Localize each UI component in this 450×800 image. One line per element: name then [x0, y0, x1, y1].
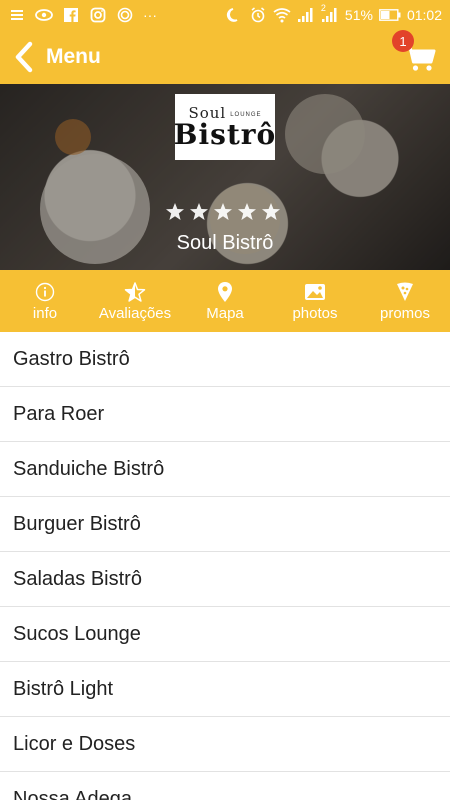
info-icon — [34, 281, 56, 303]
clock-time: 01:02 — [406, 7, 442, 23]
restaurant-logo: Soul LOUNGE Bistrô — [173, 94, 277, 160]
map-pin-icon — [214, 281, 236, 303]
cart-count-badge: 1 — [392, 30, 414, 52]
star-icon — [238, 203, 256, 220]
menu-category-item[interactable]: Bistrô Light — [0, 662, 450, 717]
eye-notification-icon — [35, 6, 53, 24]
back-button[interactable] — [2, 30, 46, 84]
tab-reviews[interactable]: Avaliações — [90, 270, 180, 332]
alarm-clock-icon — [249, 6, 267, 24]
signal-strength-icon — [297, 6, 315, 24]
do-not-disturb-moon-icon — [225, 6, 243, 24]
restaurant-name: Soul Bistrô — [176, 232, 274, 254]
pizza-icon — [394, 281, 416, 303]
sim-slot-number: 2 — [320, 3, 326, 13]
menu-category-item[interactable]: Para Roer — [0, 387, 450, 442]
battery-percent: 51% — [344, 7, 373, 23]
tab-label: Avaliações — [98, 304, 172, 322]
star-rating-icon — [124, 281, 146, 303]
rating-stars — [165, 202, 281, 222]
wifi-icon — [273, 6, 291, 24]
menu-category-item[interactable]: Saladas Bistrô — [0, 552, 450, 607]
tab-map[interactable]: Mapa — [180, 270, 270, 332]
page-title: Menu — [46, 45, 101, 68]
tab-info[interactable]: info — [0, 270, 90, 332]
instagram-icon — [89, 6, 107, 24]
app-bar: Menu 1 — [0, 30, 450, 84]
menu-category-item[interactable]: Licor e Doses — [0, 717, 450, 772]
menu-category-item[interactable]: Gastro Bistrô — [0, 332, 450, 387]
star-icon — [166, 203, 184, 220]
logo-lounge-text: LOUNGE — [230, 111, 262, 118]
tab-label: photos — [292, 304, 338, 322]
tab-promos[interactable]: promos — [360, 270, 450, 332]
star-icon — [190, 203, 208, 220]
logo-bistro-text: Bistrô — [173, 117, 277, 151]
status-bar: ··· 2 51% 01:02 — [0, 0, 450, 30]
star-icon — [262, 203, 280, 220]
star-icon — [214, 203, 232, 220]
photo-icon — [304, 281, 326, 303]
menu-category-list: Gastro Bistrô Para Roer Sanduiche Bistrô Bu… — [0, 332, 450, 800]
battery-icon — [379, 6, 401, 24]
spiral-app-icon — [116, 6, 134, 24]
restaurant-hero-banner: Soul LOUNGE Bistrô Soul Bistrô — [0, 84, 450, 270]
menu-category-item[interactable]: Nossa Adega — [0, 772, 450, 800]
tab-photos[interactable]: photos — [270, 270, 360, 332]
more-notifications-dots: ··· — [143, 7, 157, 23]
chevron-left-icon — [15, 41, 33, 73]
menu-category-item[interactable]: Sanduiche Bistrô — [0, 442, 450, 497]
app-notification-icon — [8, 6, 26, 24]
tab-label: promos — [379, 304, 431, 322]
menu-category-item[interactable]: Burguer Bistrô — [0, 497, 450, 552]
restaurant-tab-bar: info Avaliações Mapa photos promos — [0, 270, 450, 332]
menu-category-item[interactable]: Sucos Lounge — [0, 607, 450, 662]
facebook-icon — [62, 6, 80, 24]
tab-label: Mapa — [206, 304, 244, 322]
sim2-signal-icon: 2 — [320, 3, 339, 24]
tab-label: info — [32, 304, 58, 322]
